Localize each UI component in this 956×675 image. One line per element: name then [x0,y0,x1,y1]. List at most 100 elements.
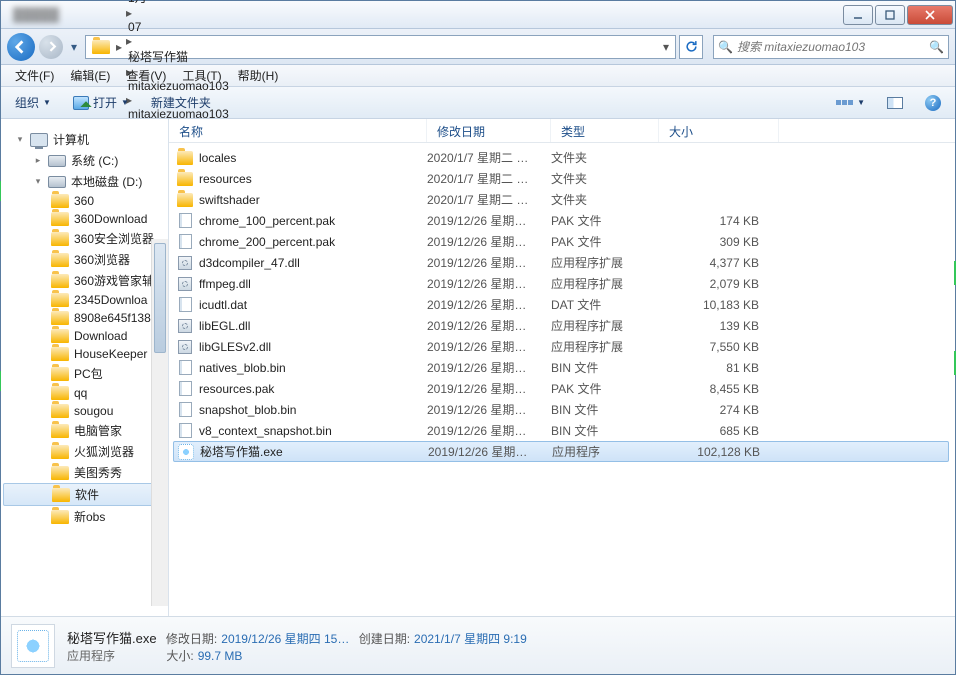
file-icon [179,213,192,228]
tree-folder[interactable]: 8908e645f138 [1,309,168,327]
file-row[interactable]: resources.pak2019/12/26 星期…PAK 文件8,455 K… [169,378,955,399]
folder-icon [177,193,193,207]
view-icon [836,100,853,105]
file-row[interactable]: d3dcompiler_47.dll2019/12/26 星期…应用程序扩展4,… [169,252,955,273]
col-type[interactable]: 类型 [551,119,659,142]
menu-view[interactable]: 查看(V) [118,65,174,86]
dll-icon [178,277,192,291]
close-button[interactable] [907,5,953,25]
search-input[interactable] [737,40,929,54]
help-icon: ? [925,95,941,111]
open-icon [73,96,89,110]
folder-icon [51,212,69,226]
tree-drive[interactable]: ▸系统 (C:) [1,150,168,171]
file-icon [179,423,192,438]
breadcrumb-seg[interactable]: 1月 [124,0,233,6]
tree-folder[interactable]: 360 [1,192,168,210]
file-row[interactable]: libGLESv2.dll2019/12/26 星期…应用程序扩展7,550 K… [169,336,955,357]
file-icon [179,402,192,417]
address-bar[interactable]: ▸ 软件▸1月▸07▸秘塔写作猫▸mitaxiezuomao103▸mitaxi… [85,35,676,59]
file-icon [179,381,192,396]
tree-folder[interactable]: 火狐浏览器 [1,441,168,462]
menu-help[interactable]: 帮助(H) [230,65,287,86]
help-button[interactable]: ? [919,92,947,114]
breadcrumb-root-icon[interactable] [88,40,114,54]
tree-folder[interactable]: 360Download [1,210,168,228]
tree-folder[interactable]: 电脑管家 [1,420,168,441]
drive-icon [48,176,66,188]
file-row[interactable]: 秘塔写作猫.exe2019/12/26 星期…应用程序102,128 KB [173,441,949,462]
menu-tools[interactable]: 工具(T) [174,65,229,86]
file-row[interactable]: icudtl.dat2019/12/26 星期…DAT 文件10,183 KB [169,294,955,315]
tree-folder[interactable]: 360浏览器 [1,249,168,270]
preview-pane-button[interactable] [881,94,909,112]
folder-icon [51,194,69,208]
file-row[interactable]: natives_blob.bin2019/12/26 星期…BIN 文件81 K… [169,357,955,378]
minimize-button[interactable] [843,5,873,25]
refresh-button[interactable] [679,35,703,59]
nav-forward-button[interactable] [39,35,63,59]
menu-file[interactable]: 文件(F) [7,65,62,86]
folder-icon [51,293,69,307]
file-row[interactable]: snapshot_blob.bin2019/12/26 星期…BIN 文件274… [169,399,955,420]
folder-icon [51,311,69,325]
dll-icon [178,340,192,354]
dll-icon [178,256,192,270]
chevron-right-icon[interactable]: ▸ [114,40,124,54]
details-pane: 秘塔写作猫.exe 修改日期:2019/12/26 星期四 15… 创建日期:2… [1,616,955,674]
new-folder-button[interactable]: 新建文件夹 [145,91,217,114]
breadcrumb-seg[interactable]: 07 [124,20,233,34]
column-headers: 名称 修改日期 类型 大小 [169,119,955,143]
nav-back-button[interactable] [7,33,35,61]
maximize-button[interactable] [875,5,905,25]
folder-icon [51,253,69,267]
file-icon [179,234,192,249]
file-row[interactable]: libEGL.dll2019/12/26 星期…应用程序扩展139 KB [169,315,955,336]
file-row[interactable]: ffmpeg.dll2019/12/26 星期…应用程序扩展2,079 KB [169,273,955,294]
file-row[interactable]: locales2020/1/7 星期二 …文件夹 [169,147,955,168]
file-row[interactable]: swiftshader2020/1/7 星期二 …文件夹 [169,189,955,210]
tree-folder[interactable]: HouseKeeper [1,345,168,363]
file-row[interactable]: chrome_100_percent.pak2019/12/26 星期…PAK … [169,210,955,231]
tree-folder[interactable]: sougou [1,402,168,420]
tree-folder[interactable]: 美图秀秀 [1,462,168,483]
breadcrumb-seg[interactable]: 秘塔写作猫 [124,48,233,65]
file-row[interactable]: chrome_200_percent.pak2019/12/26 星期…PAK … [169,231,955,252]
pane-icon [887,97,903,109]
tree-folder[interactable]: Download [1,327,168,345]
view-options-button[interactable]: ▼ [830,95,871,110]
tree-folder[interactable]: 2345Downloa [1,291,168,309]
tree-folder[interactable]: 新obs [1,506,168,527]
search-box[interactable]: 🔍 🔍 [713,35,949,59]
file-row[interactable]: resources2020/1/7 星期二 …文件夹 [169,168,955,189]
menu-edit[interactable]: 编辑(E) [62,65,118,86]
search-go-icon[interactable]: 🔍 [929,40,944,54]
search-icon: 🔍 [718,40,733,54]
tree-computer[interactable]: ▾计算机 [1,129,168,150]
tree-folder[interactable]: 360游戏管家辅 [1,270,168,291]
exe-icon [178,444,194,460]
col-name[interactable]: 名称 [169,119,427,142]
nav-history-dropdown[interactable]: ▾ [67,40,81,54]
sidebar-scrollbar[interactable] [151,239,168,606]
col-size[interactable]: 大小 [659,119,779,142]
tree-folder[interactable]: PC包 [1,363,168,384]
col-date[interactable]: 修改日期 [427,119,551,142]
folder-icon [51,466,69,480]
file-list[interactable]: locales2020/1/7 星期二 …文件夹resources2020/1/… [169,143,955,616]
file-row[interactable]: v8_context_snapshot.bin2019/12/26 星期…BIN… [169,420,955,441]
folder-icon [51,347,69,361]
folder-icon [51,367,69,381]
open-button[interactable]: 打开 ▼ [67,91,135,114]
drive-icon [48,155,66,167]
tree-folder[interactable]: 软件 [3,483,166,506]
folder-icon [51,329,69,343]
tree-folder[interactable]: 360安全浏览器 [1,228,168,249]
chevron-right-icon[interactable]: ▸ [124,6,134,20]
address-dropdown[interactable]: ▾ [233,40,673,54]
tree-folder[interactable]: qq [1,384,168,402]
organize-button[interactable]: 组织 ▼ [9,91,57,114]
chevron-right-icon[interactable]: ▸ [124,34,134,48]
folder-icon [177,172,193,186]
tree-drive[interactable]: ▾本地磁盘 (D:) [1,171,168,192]
